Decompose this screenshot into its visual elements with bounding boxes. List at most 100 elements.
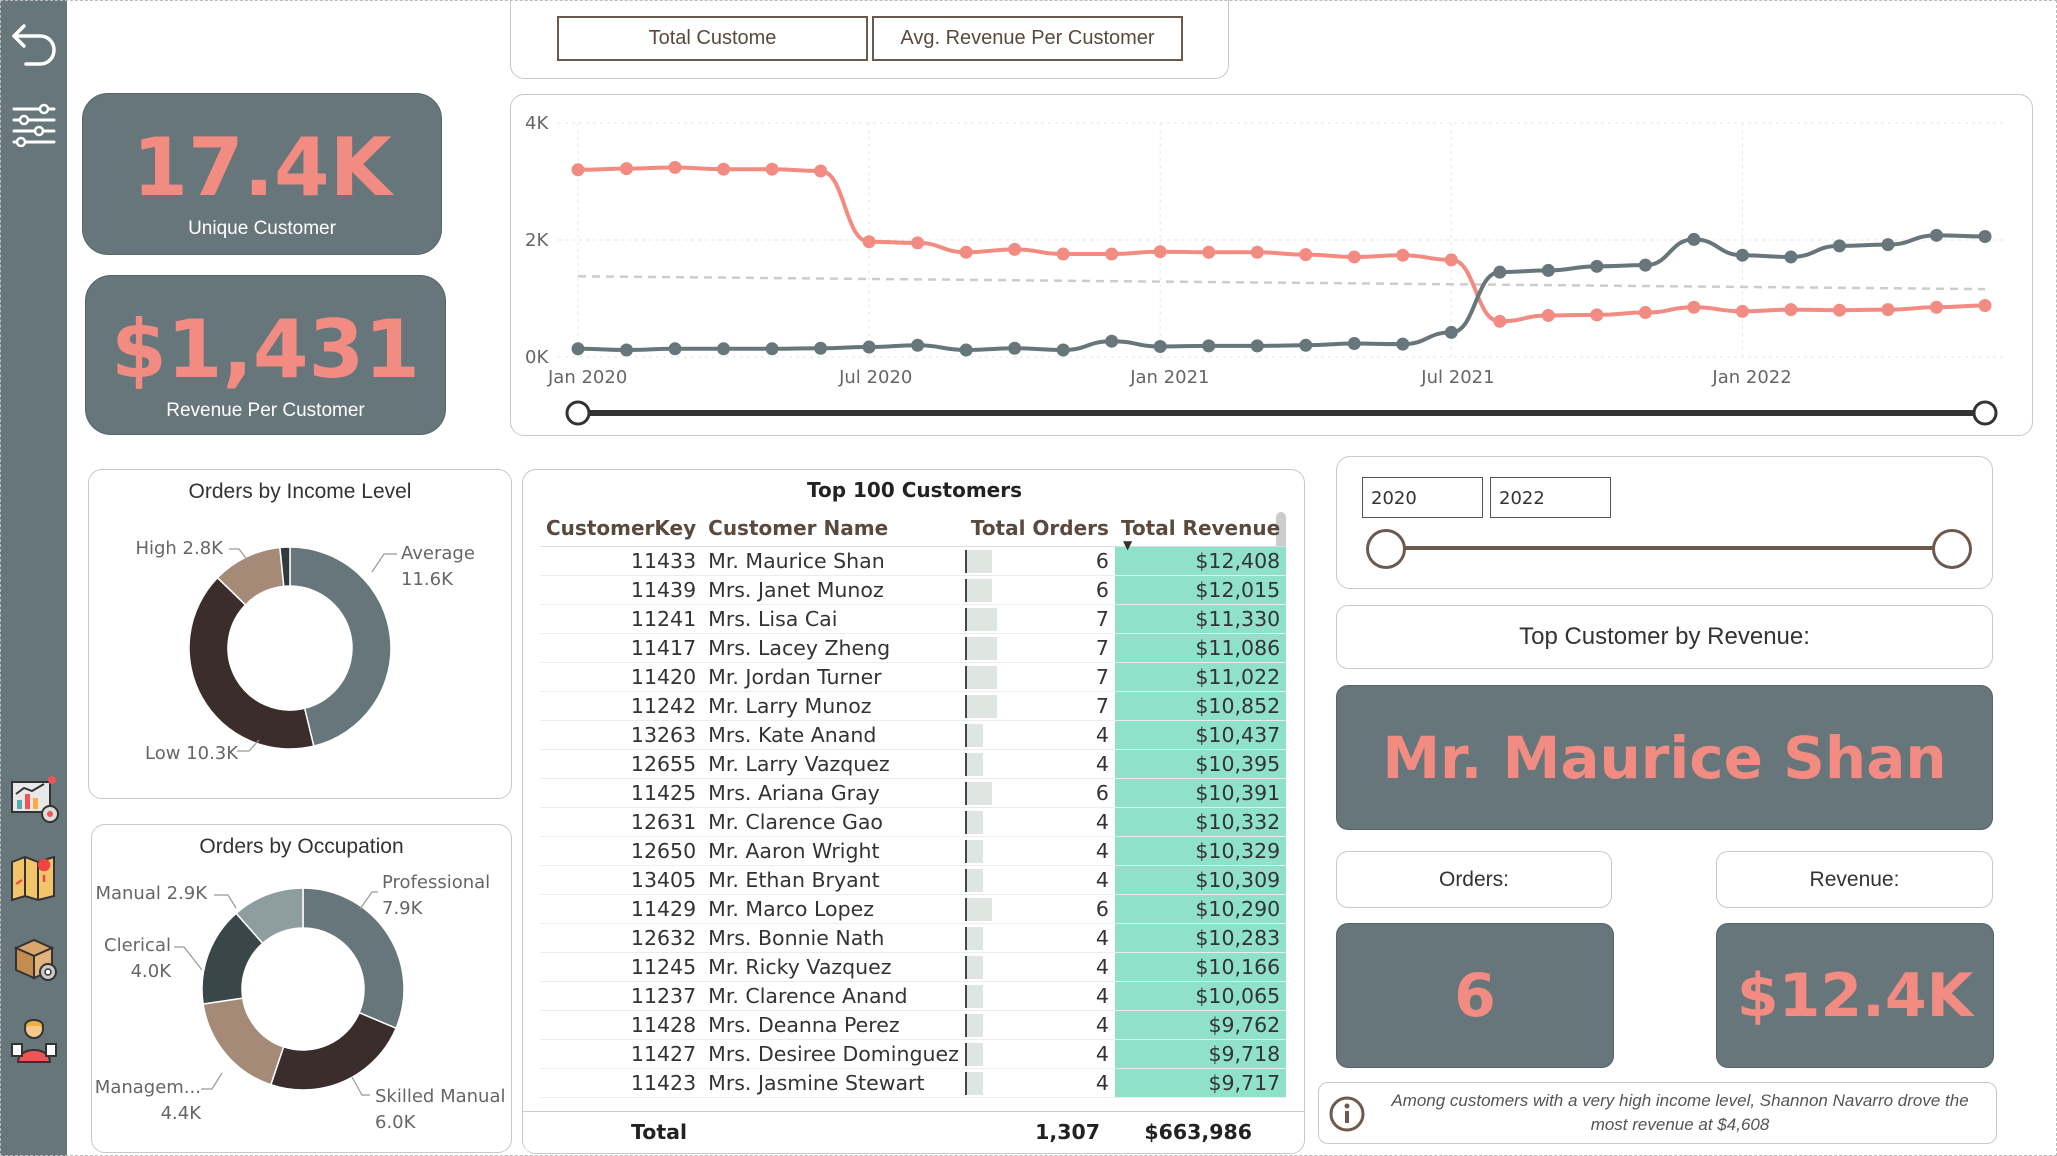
y-tick-label: 4K [525, 113, 549, 134]
orders-databar [964, 549, 993, 573]
orders-databar [964, 839, 984, 863]
table-row[interactable]: 12631 Mr. Clarence Gao 4 $10,332 [540, 807, 1287, 836]
cell-customer-name: Mrs. Deanna Perez [708, 1012, 900, 1037]
data-point [1832, 239, 1846, 253]
table-row[interactable]: 11429 Mr. Marco Lopez 6 $10,290 [540, 894, 1287, 923]
slice-managem- [202, 997, 285, 1086]
range-slider-end-handle[interactable] [1972, 400, 1998, 426]
income-donut-chart: Average 11.6K Low 10.3K High 2.8K [135, 538, 474, 764]
data-point [1735, 248, 1749, 262]
cell-customer-name: Mrs. Lacey Zheng [708, 635, 891, 660]
table-row[interactable]: 13263 Mrs. Kate Anand 4 $10,437 [540, 720, 1287, 749]
cell-total-orders: 4 [964, 952, 1115, 981]
date-filter-card [1336, 456, 1993, 589]
table-row[interactable]: 11433 Mr. Maurice Shan 6 $12,408 [540, 546, 1287, 575]
data-point [1978, 299, 1992, 313]
cell-customer-name: Mrs. Janet Munoz [708, 577, 884, 602]
unique-customer-label: Unique Customer [188, 218, 336, 239]
data-point [1590, 308, 1604, 322]
table-row[interactable]: 11427 Mrs. Desiree Dominguez 4 $9,718 [540, 1039, 1287, 1068]
table-row[interactable]: 11439 Mrs. Janet Munoz 6 $12,015 [540, 575, 1287, 604]
data-point [1202, 245, 1216, 259]
slice-label: 4.4K [161, 1103, 203, 1124]
y-tick-label: 0K [525, 347, 549, 368]
slice-label: Clerical [104, 935, 171, 956]
date-slider-end-handle[interactable] [1932, 529, 1972, 569]
col-header-total-revenue[interactable]: Total Revenue ▼ [1114, 510, 1287, 552]
table-row[interactable]: 11242 Mr. Larry Munoz 7 $10,852 [540, 691, 1287, 720]
slice-label: Low 10.3K [145, 743, 239, 764]
analytics-chart-icon[interactable] [8, 774, 60, 826]
data-point [717, 162, 731, 176]
table-row[interactable]: 12655 Mr. Larry Vazquez 4 $10,395 [540, 749, 1287, 778]
table-row[interactable]: 12650 Mr. Aaron Wright 4 $10,329 [540, 836, 1287, 865]
data-point [862, 235, 876, 249]
cell-customer-name: Mrs. Lisa Cai [708, 606, 838, 631]
back-icon[interactable] [8, 16, 60, 68]
data-point [1299, 248, 1313, 262]
toggle-card: Total Custome Avg. Revenue Per Customer [510, 0, 1229, 79]
cell-total-revenue: $10,309 [1114, 865, 1287, 894]
start-year-input[interactable]: 2020 [1362, 477, 1483, 518]
data-point [1250, 245, 1264, 259]
x-tick-label: Jan 2021 [1129, 367, 1209, 388]
cell-total-revenue: $10,290 [1114, 894, 1287, 923]
data-point [1105, 334, 1119, 348]
table-row[interactable]: 11428 Mrs. Deanna Perez 4 $9,762 [540, 1010, 1287, 1039]
info-icon[interactable] [1327, 1094, 1367, 1134]
table-row[interactable]: 12632 Mrs. Bonnie Nath 4 $10,283 [540, 923, 1287, 952]
date-slider-start-handle[interactable] [1366, 529, 1406, 569]
occupation-donut-card: Orders by Occupation Professional 7.9K Ski… [91, 824, 512, 1153]
cell-total-orders: 4 [964, 865, 1115, 894]
end-year-input[interactable]: 2022 [1490, 477, 1611, 518]
table-row[interactable]: 11241 Mrs. Lisa Cai 7 $11,330 [540, 604, 1287, 633]
data-point [1347, 337, 1361, 351]
revenue-per-customer-value: $1,431 [111, 303, 420, 396]
cell-total-orders: 4 [964, 807, 1115, 836]
data-point [1784, 250, 1798, 264]
orders-databar [964, 897, 993, 921]
orders-databar [964, 955, 984, 979]
data-point [1493, 265, 1507, 279]
occupation-donut-chart: Professional 7.9K Skilled Manual 6.0K Manage… [95, 872, 506, 1133]
col-header-customerkey[interactable]: CustomerKey [540, 510, 703, 547]
col-header-customer-name[interactable]: Customer Name [702, 510, 965, 547]
customer-person-icon[interactable] [8, 1014, 60, 1066]
table-row[interactable]: 11245 Mr. Ricky Vazquez 4 $10,166 [540, 952, 1287, 981]
orders-databar [964, 984, 984, 1008]
table-row[interactable]: 11417 Mrs. Lacey Zheng 7 $11,086 [540, 633, 1287, 662]
cell-customerkey: 11428 [630, 1012, 697, 1037]
filter-sliders-icon[interactable] [8, 98, 60, 150]
product-box-icon[interactable] [8, 932, 60, 984]
data-point [1396, 248, 1410, 262]
slice-label: 4.0K [131, 961, 173, 982]
total-label: Total [631, 1120, 688, 1144]
col-header-total-orders[interactable]: Total Orders [964, 510, 1115, 547]
cell-total-orders: 6 [964, 575, 1115, 604]
table-row[interactable]: 11237 Mr. Clarence Anand 4 $10,065 [540, 981, 1287, 1010]
avg-revenue-toggle[interactable]: Avg. Revenue Per Customer [872, 16, 1183, 61]
orders-databar [964, 607, 997, 631]
insight-card: Among customers with a very high income … [1318, 1082, 1997, 1144]
cell-customerkey: 11427 [630, 1041, 697, 1066]
total-customer-toggle[interactable]: Total Custome [557, 16, 868, 61]
cell-total-revenue: $10,437 [1114, 720, 1287, 749]
table-row[interactable]: 11420 Mr. Jordan Turner 7 $11,022 [540, 662, 1287, 691]
date-slider-track[interactable] [1384, 546, 1954, 550]
range-slider-start-handle[interactable] [565, 400, 591, 426]
revenue-per-customer-card: $1,431 Revenue Per Customer [85, 275, 446, 435]
orders-databar [964, 578, 993, 602]
table-row[interactable]: 13405 Mr. Ethan Bryant 4 $10,309 [540, 865, 1287, 894]
map-icon[interactable] [8, 852, 60, 904]
data-point [1056, 247, 1070, 261]
cell-customer-name: Mr. Larry Vazquez [708, 751, 890, 776]
data-point [620, 162, 634, 176]
table-row[interactable]: 11425 Mrs. Ariana Gray 6 $10,391 [540, 778, 1287, 807]
data-point [1687, 232, 1701, 246]
orders-databar [964, 926, 984, 950]
table-row[interactable]: 11423 Mrs. Jasmine Stewart 4 $9,717 [540, 1068, 1287, 1097]
slice-label: 6.0K [375, 1112, 417, 1133]
data-point [862, 340, 876, 354]
data-point [1347, 250, 1361, 264]
data-point [1202, 339, 1216, 353]
